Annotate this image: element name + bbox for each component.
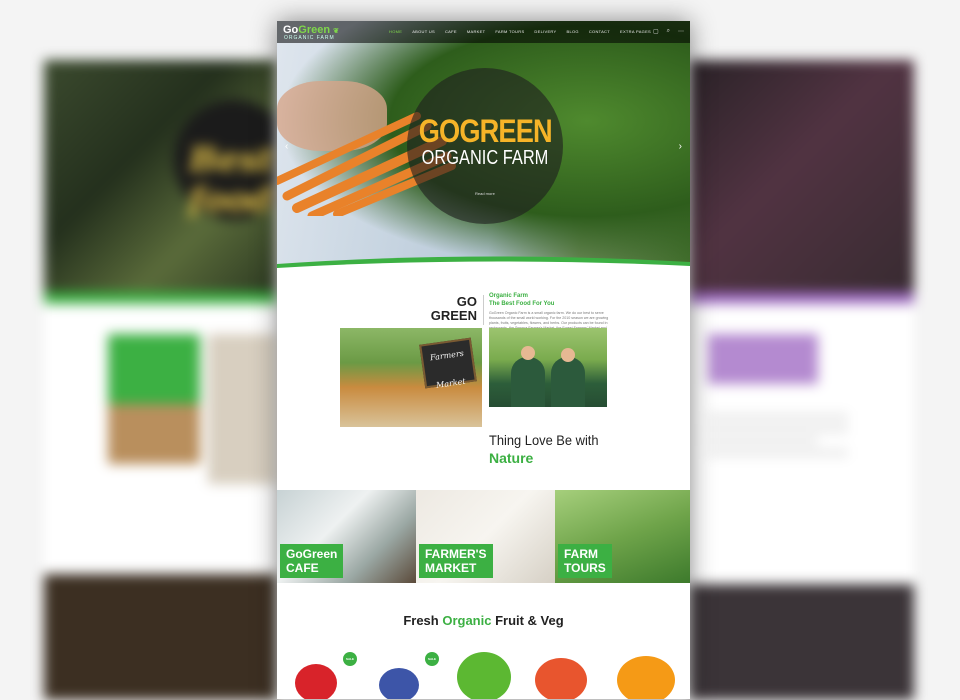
about-logo-line2: GREEN	[430, 308, 477, 323]
about-logo-line1: GO	[456, 294, 477, 309]
nav-item-market[interactable]: MARKET	[467, 29, 485, 34]
logo-tagline: ORGANIC FARM	[284, 35, 335, 41]
nav-item-about[interactable]: ABOUT US	[412, 29, 435, 34]
about-subheading: The Best Food For You	[489, 301, 555, 307]
tile-tours-label: FARM TOURS	[558, 544, 612, 578]
service-tiles: GoGreen CAFE FARMER'S MARKET FARM TOURS	[277, 490, 690, 583]
nav-item-delivery[interactable]: DELIVERY	[534, 29, 556, 34]
products-row: SALE SALE	[287, 646, 687, 699]
peaches-product[interactable]	[535, 658, 587, 699]
board-line2: Market	[435, 376, 467, 390]
lettuce-product[interactable]	[457, 652, 511, 699]
hero-subtitle: ORGANIC FARM	[421, 147, 549, 169]
hero-title: GOGREEN	[418, 113, 553, 149]
nav-item-contact[interactable]: CONTACT	[589, 29, 610, 34]
products-title-accent: Organic	[442, 613, 492, 628]
hero-wave	[277, 256, 690, 272]
nav-item-blog[interactable]: BLOG	[567, 29, 579, 34]
menu-dots-icon[interactable]: ⋯	[678, 28, 684, 35]
market-chalkboard: Farmers Market	[419, 337, 477, 390]
background-mockup-right	[690, 60, 914, 700]
about-headline-accent: Nature	[489, 450, 534, 466]
tile-cafe-line1: GoGreen	[286, 547, 338, 561]
divider	[483, 295, 484, 325]
tile-cafe-line2: CAFE	[286, 561, 319, 575]
nav-item-cafe[interactable]: CAFE	[445, 29, 457, 34]
products-title-a: Fresh	[403, 613, 443, 628]
tile-tours-line2: TOURS	[564, 561, 606, 575]
tile-market-label: FARMER'S MARKET	[419, 544, 493, 578]
nav-item-farm-tours[interactable]: FARM TOURS	[495, 29, 524, 34]
tile-cafe[interactable]: GoGreen CAFE	[277, 490, 416, 583]
top-navbar: GoGreen ❦ ORGANIC FARM HOME ABOUT US CAF…	[277, 21, 690, 43]
tile-market[interactable]: FARMER'S MARKET	[416, 490, 555, 583]
strawberries-product[interactable]	[295, 664, 337, 699]
website-mockup: GoGreen ❦ ORGANIC FARM HOME ABOUT US CAF…	[277, 21, 690, 699]
about-section: GO GREEN Organic Farm The Best Food For Y…	[277, 271, 690, 493]
tile-market-line1: FARMER'S	[425, 547, 487, 561]
about-heading: Organic Farm	[489, 293, 529, 299]
nav-item-extra-pages[interactable]: EXTRA PAGES	[620, 29, 651, 34]
hero-section: GoGreen ❦ ORGANIC FARM HOME ABOUT US CAF…	[277, 21, 690, 272]
about-headline: Thing Love Be with	[489, 432, 599, 448]
products-title: Fresh Organic Fruit & Veg	[277, 613, 690, 628]
tile-farm-tours[interactable]: FARM TOURS	[555, 490, 690, 583]
cart-icon[interactable]: ▢	[653, 28, 659, 35]
about-logo: GO GREEN	[427, 295, 477, 323]
oranges-product[interactable]	[617, 656, 675, 699]
search-icon[interactable]: ⌕	[667, 28, 670, 35]
farmers-market-image: Farmers Market	[340, 328, 482, 427]
sale-badge-2: SALE	[425, 652, 439, 666]
read-more-button[interactable]: Read more	[475, 191, 495, 196]
blueberries-product[interactable]	[379, 668, 419, 699]
products-title-b: Fruit & Veg	[491, 613, 564, 628]
tile-market-line2: MARKET	[425, 561, 477, 575]
tile-cafe-label: GoGreen CAFE	[280, 544, 344, 578]
board-line1: Farmers	[429, 348, 465, 363]
sale-badge: SALE	[343, 652, 357, 666]
leaf-icon: ❦	[333, 28, 340, 35]
chevron-left-icon[interactable]: ‹	[285, 141, 288, 152]
tile-tours-line1: FARM	[564, 547, 598, 561]
nav-item-home[interactable]: HOME	[389, 29, 402, 34]
background-mockup-left: Best food	[44, 60, 276, 700]
chevron-right-icon[interactable]: ›	[679, 141, 682, 152]
main-menu: HOME ABOUT US CAFE MARKET FARM TOURS DEL…	[389, 29, 651, 34]
farmers-photo	[489, 328, 607, 407]
